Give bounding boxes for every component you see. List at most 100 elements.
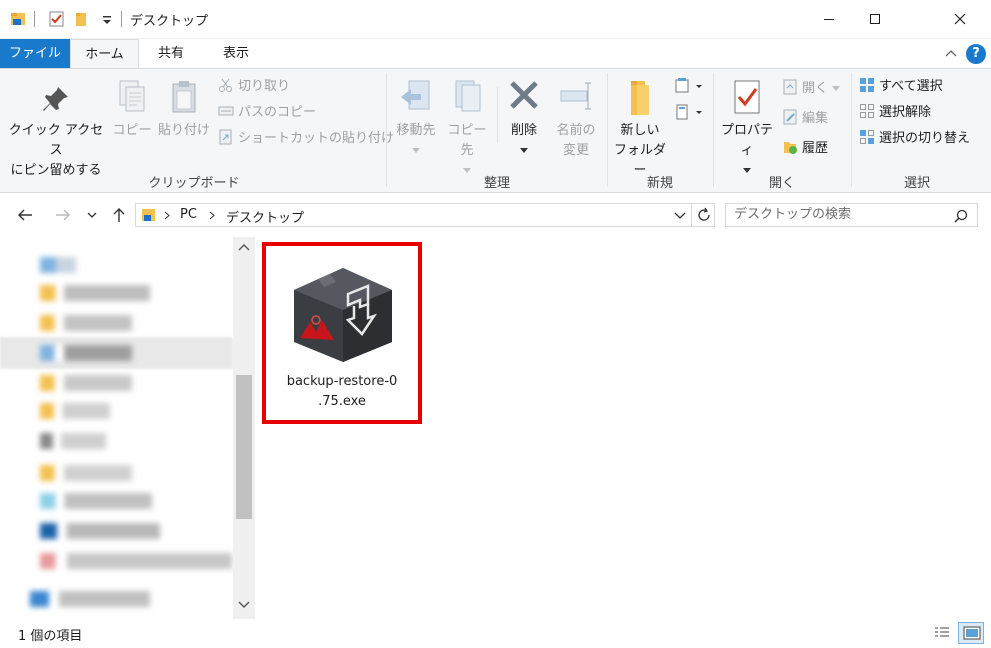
nav-item[interactable]	[40, 553, 232, 569]
open-dropdown-icon	[832, 86, 841, 91]
open-button[interactable]: 開く	[782, 79, 841, 99]
rename-label-2: 変更	[562, 143, 589, 158]
new-folder-label-1: 新しい	[620, 123, 660, 138]
copy-path-button[interactable]: パスのコピー	[218, 103, 316, 123]
select-all-button[interactable]: すべて選択	[859, 77, 943, 97]
nav-item[interactable]	[40, 493, 152, 509]
window-title: デスクトップ	[130, 14, 209, 29]
explorer-app-icon[interactable]	[10, 10, 28, 28]
history-icon	[784, 142, 797, 154]
properties-icon	[734, 80, 760, 114]
nav-item[interactable]	[30, 591, 150, 607]
pin-quick-access-button[interactable]: クイック アクセス にピン留めする	[4, 79, 108, 178]
new-item-button[interactable]	[674, 77, 704, 97]
nav-item[interactable]	[40, 523, 160, 539]
up-button[interactable]	[108, 205, 130, 225]
nav-item[interactable]	[40, 375, 132, 391]
collapse-ribbon-icon[interactable]	[944, 48, 958, 58]
paste-shortcut-button[interactable]: ショートカットの貼り付け	[218, 129, 394, 149]
paste-icon	[172, 81, 196, 113]
delete-button[interactable]: 削除	[502, 79, 546, 161]
tab-home[interactable]: ホーム	[70, 39, 139, 69]
easy-access-button[interactable]	[674, 103, 704, 123]
nav-item[interactable]	[40, 285, 150, 301]
navigation-pane[interactable]	[0, 237, 255, 619]
scroll-down-icon[interactable]	[238, 601, 250, 609]
breadcrumb-desktop[interactable]: デスクトップ	[226, 207, 304, 226]
nav-item[interactable]	[40, 465, 132, 481]
paste-shortcut-icon	[219, 129, 232, 145]
new-folder-qat-icon[interactable]	[73, 10, 91, 28]
up-arrow-icon	[113, 208, 125, 222]
details-view-icon[interactable]	[933, 625, 951, 641]
breadcrumb-chevron-icon	[164, 211, 170, 220]
select-none-label: 選択解除	[879, 105, 932, 120]
edit-button[interactable]: 編集	[782, 109, 828, 129]
scroll-up-icon[interactable]	[238, 243, 250, 251]
new-folder-button[interactable]: 新しい フォルダー	[610, 79, 670, 181]
paste-label: 貼り付け	[157, 123, 210, 138]
move-to-icon	[401, 80, 430, 110]
copy-path-icon	[218, 106, 234, 116]
delete-label: 削除	[510, 123, 537, 138]
minimize-button[interactable]	[806, 0, 852, 38]
breadcrumb-pc[interactable]: PC	[180, 207, 197, 222]
properties-button[interactable]: プロパティ	[716, 79, 778, 181]
history-button[interactable]: 履歴	[782, 139, 828, 159]
close-button[interactable]	[937, 0, 983, 38]
properties-qat-icon[interactable]	[48, 10, 66, 28]
copy-path-label: パスのコピー	[238, 105, 317, 120]
close-icon	[954, 13, 966, 25]
scrollbar-thumb[interactable]	[236, 375, 252, 519]
open-label: 開く	[802, 81, 829, 96]
nav-item[interactable]	[40, 345, 132, 361]
file-name-line-2: .75.exe	[318, 394, 366, 409]
open-icon	[783, 79, 797, 95]
invert-selection-button[interactable]: 選択の切り替え	[859, 129, 970, 149]
paste-button[interactable]: 貼り付け	[156, 79, 212, 141]
nav-item[interactable]	[40, 257, 76, 273]
organize-group-label: 整理	[483, 176, 510, 191]
file-item[interactable]: backup-restore-0 .75.exe	[262, 242, 422, 424]
large-icons-view-button[interactable]	[958, 622, 984, 644]
forward-button[interactable]	[52, 205, 74, 225]
nav-scrollbar[interactable]	[233, 237, 255, 619]
search-placeholder: デスクトップの検索	[734, 207, 852, 222]
edit-icon	[783, 109, 797, 125]
copy-to-button[interactable]: コピー先	[442, 79, 492, 181]
rename-icon	[560, 82, 591, 110]
maximize-button[interactable]	[852, 0, 898, 38]
item-count: 1 個の項目	[18, 629, 83, 644]
delete-dropdown-icon	[520, 148, 528, 153]
select-none-button[interactable]: 選択解除	[859, 103, 931, 123]
refresh-icon[interactable]	[696, 207, 712, 223]
nav-item[interactable]	[40, 433, 106, 449]
forward-arrow-icon	[56, 209, 70, 221]
back-arrow-icon	[18, 209, 32, 221]
search-box[interactable]: デスクトップの検索	[725, 203, 978, 227]
tab-share[interactable]: 共有	[141, 39, 201, 68]
invert-selection-label: 選択の切り替え	[879, 131, 971, 146]
help-button[interactable]: ?	[966, 44, 986, 64]
move-to-button[interactable]: 移動先	[392, 79, 440, 161]
cut-button[interactable]: 切り取り	[218, 77, 290, 97]
nav-item[interactable]	[40, 403, 110, 419]
qat-customize-icon[interactable]	[98, 10, 116, 28]
invert-selection-icon	[860, 130, 874, 144]
pin-label-1: クイック アクセス	[8, 123, 104, 158]
new-folder-icon	[631, 81, 649, 115]
back-button[interactable]	[14, 205, 36, 225]
copy-icon	[119, 80, 145, 112]
rename-button[interactable]: 名前の 変更	[548, 79, 604, 161]
copy-button[interactable]: コピー	[110, 79, 154, 141]
tab-view[interactable]: 表示	[204, 39, 268, 68]
address-bar[interactable]: PC デスクトップ	[135, 203, 715, 227]
tab-file[interactable]: ファイル	[0, 39, 70, 68]
address-dropdown-icon[interactable]	[674, 212, 686, 220]
new-group-label: 新規	[646, 176, 673, 191]
select-all-icon	[860, 78, 874, 92]
properties-label: プロパティ	[720, 123, 773, 158]
pin-label-2: にピン留めする	[10, 163, 102, 178]
nav-item[interactable]	[40, 315, 132, 331]
recent-locations-button[interactable]	[84, 205, 100, 225]
